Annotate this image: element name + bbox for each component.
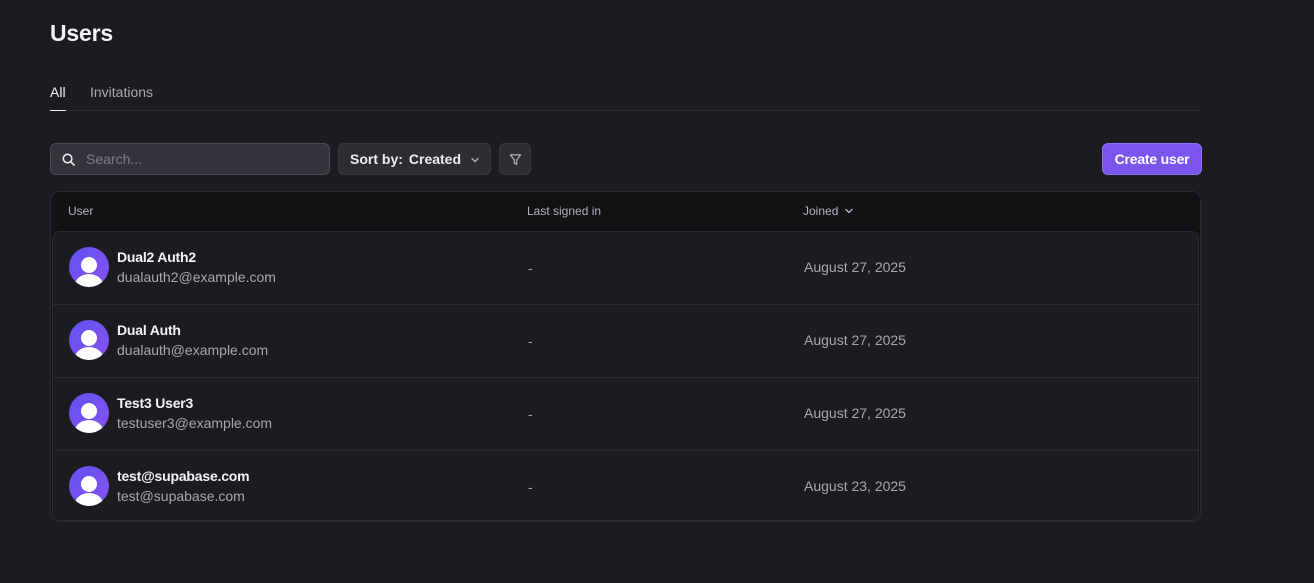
- users-page: Users All Invitations Sort by: Created C…: [0, 0, 1314, 583]
- sort-label: Sort by:: [350, 151, 403, 167]
- filter-icon: [509, 153, 521, 165]
- column-header-user: User: [68, 204, 94, 218]
- avatar: [69, 393, 109, 433]
- user-email: testuser3@example.com: [117, 415, 273, 431]
- avatar-head: [81, 403, 97, 419]
- column-header-joined-label: Joined: [803, 204, 839, 218]
- last-signed-in: -: [528, 479, 533, 495]
- user-name: Dual2 Auth2: [117, 249, 196, 265]
- joined-date: August 23, 2025: [804, 478, 906, 494]
- filter-button[interactable]: [499, 143, 531, 175]
- avatar: [69, 247, 109, 287]
- table-row[interactable]: Dual Auth dualauth@example.com - August …: [53, 305, 1198, 378]
- column-header-last-signed-in: Last signed in: [527, 204, 602, 218]
- user-email: dualauth@example.com: [117, 342, 269, 358]
- table-row[interactable]: test@supabase.com test@supabase.com - Au…: [53, 451, 1198, 520]
- table-body: Dual2 Auth2 dualauth2@example.com - Augu…: [52, 231, 1199, 521]
- joined-date: August 27, 2025: [804, 332, 906, 348]
- chevron-down-icon: [845, 208, 854, 214]
- joined-date: August 27, 2025: [804, 405, 906, 421]
- avatar: [69, 466, 109, 506]
- avatar: [69, 320, 109, 360]
- last-signed-in: -: [528, 333, 533, 349]
- tab-bar: All Invitations: [50, 82, 1201, 111]
- last-signed-in: -: [528, 260, 533, 276]
- tab-invitations[interactable]: Invitations: [90, 82, 153, 111]
- page-title: Users: [50, 20, 113, 46]
- search-icon: [62, 153, 75, 166]
- avatar-head: [81, 476, 97, 492]
- avatar-body: [75, 274, 103, 287]
- users-table: User Last signed in Joined Dual2 Auth2 d…: [50, 191, 1201, 522]
- search-box[interactable]: [50, 143, 330, 175]
- search-input[interactable]: [86, 151, 306, 167]
- joined-date: August 27, 2025: [804, 259, 906, 275]
- tab-all[interactable]: All: [50, 82, 66, 111]
- table-row[interactable]: Test3 User3 testuser3@example.com - Augu…: [53, 378, 1198, 451]
- user-name: Test3 User3: [117, 395, 194, 411]
- table-header: User Last signed in Joined: [51, 192, 1200, 231]
- chevron-down-icon: [471, 157, 479, 163]
- avatar-body: [75, 420, 103, 433]
- user-email: dualauth2@example.com: [117, 269, 276, 285]
- table-row[interactable]: Dual2 Auth2 dualauth2@example.com - Augu…: [53, 232, 1198, 305]
- avatar-body: [75, 493, 103, 506]
- sort-value: Created: [408, 151, 462, 167]
- create-user-button[interactable]: Create user: [1102, 143, 1202, 175]
- avatar-body: [75, 347, 103, 360]
- user-name: Dual Auth: [117, 322, 181, 338]
- user-name: test@supabase.com: [117, 468, 250, 484]
- avatar-head: [81, 257, 97, 273]
- user-email: test@supabase.com: [117, 488, 245, 504]
- avatar-head: [81, 330, 97, 346]
- last-signed-in: -: [528, 406, 533, 422]
- column-header-joined[interactable]: Joined: [803, 204, 854, 218]
- sort-button[interactable]: Sort by: Created: [338, 143, 491, 175]
